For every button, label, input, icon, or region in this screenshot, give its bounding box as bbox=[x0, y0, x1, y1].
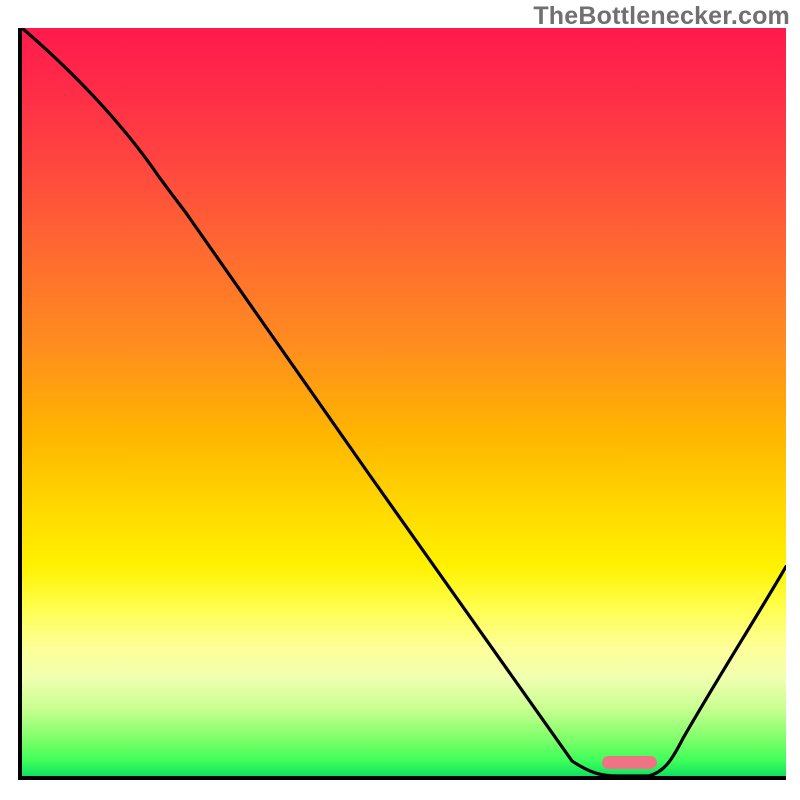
bottleneck-curve-svg bbox=[22, 28, 786, 776]
watermark-text: TheBottlenecker.com bbox=[533, 2, 790, 31]
plot-area bbox=[18, 28, 786, 780]
bottleneck-curve bbox=[22, 28, 786, 776]
chart-frame: TheBottlenecker.com bbox=[0, 0, 800, 800]
